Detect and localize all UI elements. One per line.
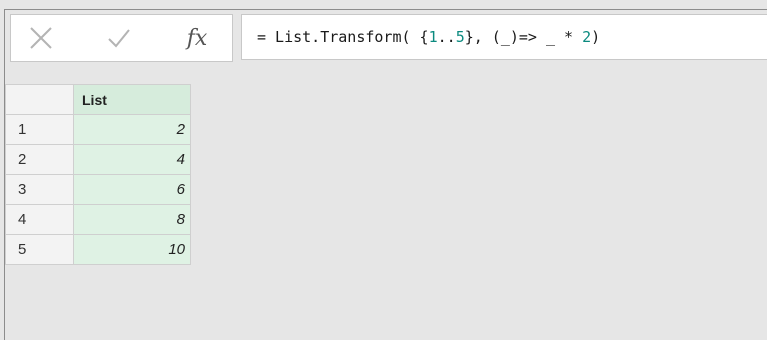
multiplier: 2: [582, 28, 592, 46]
fx-label: fx: [186, 25, 208, 51]
table-row: 3 6: [5, 174, 191, 205]
list-value-cell[interactable]: 10: [73, 234, 191, 265]
table-row: 4 8: [5, 204, 191, 235]
list-value-cell[interactable]: 6: [73, 174, 191, 205]
formula-bar-buttons: fx: [10, 14, 233, 62]
range-start: 1: [428, 28, 438, 46]
row-number[interactable]: 3: [5, 174, 74, 205]
row-number[interactable]: 4: [5, 204, 74, 235]
column-header-list[interactable]: List: [73, 84, 191, 115]
checkmark-icon: [108, 29, 130, 48]
formula-input[interactable]: = List.Transform( {1.. 5}, (_)=> _ * 2): [241, 14, 767, 60]
data-preview-table: List 1 2 2 4 3 6 4 8 5 10: [5, 84, 191, 265]
formula-prefix: = List.Transform( {: [257, 28, 429, 46]
formula-suffix: ): [591, 28, 601, 46]
range-separator: ..: [437, 28, 456, 46]
cancel-button[interactable]: [25, 21, 57, 55]
formula-middle: }, (_)=> _ *: [464, 28, 583, 46]
list-value-cell[interactable]: 2: [73, 114, 191, 145]
insert-function-button[interactable]: fx: [177, 21, 217, 55]
row-number[interactable]: 1: [5, 114, 74, 145]
table-row: 2 4: [5, 144, 191, 175]
close-x-icon: [30, 27, 52, 49]
commit-button[interactable]: [103, 21, 135, 55]
table-row: 5 10: [5, 234, 191, 265]
row-number[interactable]: 5: [5, 234, 74, 265]
corner-cell[interactable]: [5, 84, 74, 115]
formula-bar: fx = List.Transform( {1.. 5}, (_)=> _ * 2…: [10, 14, 767, 62]
header-row: List: [5, 84, 191, 115]
table-row: 1 2: [5, 114, 191, 145]
row-number[interactable]: 2: [5, 144, 74, 175]
range-end: 5: [455, 28, 465, 46]
list-value-cell[interactable]: 4: [73, 144, 191, 175]
list-value-cell[interactable]: 8: [73, 204, 191, 235]
